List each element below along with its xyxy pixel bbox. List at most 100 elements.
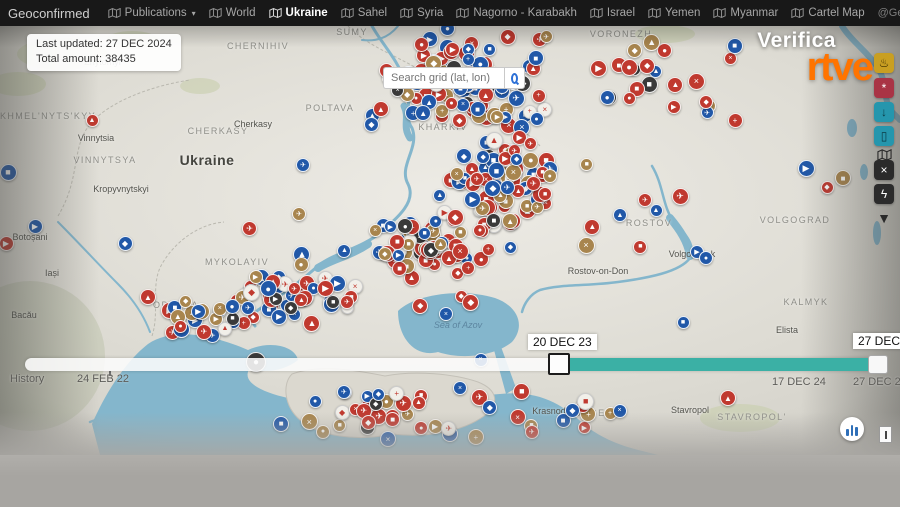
map-marker[interactable]: ▲	[643, 34, 660, 51]
map-marker[interactable]: ▲	[140, 289, 156, 305]
map-marker[interactable]: ×	[578, 237, 595, 254]
history-label[interactable]: History	[10, 373, 44, 385]
timeline-left-handle[interactable]	[548, 353, 570, 375]
map-marker[interactable]: ◆	[565, 403, 580, 418]
map-marker[interactable]: ●	[699, 251, 713, 265]
map-marker[interactable]: ■	[385, 412, 400, 427]
map-marker[interactable]: ▲	[86, 114, 99, 127]
map-marker[interactable]: ×	[452, 243, 469, 260]
nav-item-nagorno-karabakh[interactable]: Nagorno - Karabakh	[456, 7, 577, 19]
map-marker[interactable]: +	[728, 113, 743, 128]
map-marker[interactable]: ▶	[28, 219, 43, 234]
map-marker[interactable]: ▶	[191, 304, 206, 319]
map-marker[interactable]: ×	[456, 98, 470, 112]
map-marker[interactable]: ◆	[284, 301, 298, 315]
map-marker[interactable]: ■	[727, 38, 743, 54]
nav-item-myanmar[interactable]: Myanmar	[713, 7, 778, 19]
map-marker[interactable]: +	[482, 243, 495, 256]
map-marker[interactable]: ■	[513, 383, 530, 400]
map-marker[interactable]: ■	[577, 393, 594, 410]
map-marker[interactable]: ▲	[373, 101, 389, 117]
map-marker[interactable]: ●	[530, 112, 544, 126]
map-marker[interactable]: ▶	[392, 249, 405, 262]
map-marker[interactable]: ▲	[584, 219, 600, 235]
map-marker[interactable]: ■	[273, 416, 289, 432]
map-marker[interactable]: ◆	[372, 388, 385, 401]
map-marker[interactable]: +	[389, 386, 404, 401]
twitter-handle[interactable]: @GeoConfirmed	[878, 7, 900, 19]
map-marker[interactable]: ×	[380, 431, 396, 447]
timeline-right-handle[interactable]	[868, 355, 888, 374]
map-marker[interactable]: ▶	[445, 42, 460, 57]
map-marker[interactable]: ◆	[378, 247, 392, 261]
nav-item-ukraine[interactable]: Ukraine	[269, 7, 328, 19]
map-canvas[interactable]: CHERNIHIVSUMYVORONEZHPOLTAVACHERKASYKHAR…	[0, 26, 900, 455]
map-marker[interactable]: ✈	[672, 188, 689, 205]
map-marker[interactable]: ▶	[590, 60, 607, 77]
map-marker[interactable]: ✈	[296, 158, 310, 172]
map-marker[interactable]: ▶	[0, 236, 14, 251]
history-slider-handle[interactable]	[879, 426, 892, 443]
map-marker[interactable]: ✈	[500, 180, 515, 195]
map-marker[interactable]: ■	[0, 164, 17, 181]
map-marker[interactable]: ◆	[510, 153, 523, 166]
nav-item-publications[interactable]: Publications ▾	[108, 7, 196, 19]
map-marker[interactable]: ◆	[447, 209, 464, 226]
coffee-button[interactable]: ♨	[874, 53, 894, 73]
map-marker[interactable]: ✈	[292, 207, 306, 221]
map-marker[interactable]: ▶	[798, 160, 815, 177]
map-marker[interactable]: ●	[414, 37, 429, 52]
map-marker[interactable]: ✈	[508, 90, 525, 107]
map-marker[interactable]: ✈	[470, 172, 484, 186]
map-marker[interactable]: ■	[483, 43, 496, 56]
search-button[interactable]	[504, 67, 525, 89]
map-marker[interactable]: ▲	[486, 132, 503, 149]
nav-item-sahel[interactable]: Sahel	[341, 7, 387, 19]
map-marker[interactable]: ▲	[720, 390, 736, 406]
close-tools-button[interactable]: ×	[874, 160, 894, 180]
map-marker[interactable]: ✈	[638, 193, 652, 207]
bug-report-button[interactable]: *	[874, 78, 894, 98]
map-marker[interactable]: ▶	[490, 110, 504, 124]
map-marker[interactable]: ●	[225, 299, 240, 314]
search-input[interactable]	[383, 67, 504, 89]
filter-button[interactable]: ▼	[874, 208, 894, 228]
map-marker[interactable]: +	[462, 53, 475, 66]
map-marker[interactable]: ●	[294, 257, 309, 272]
map-marker[interactable]: ●	[309, 395, 322, 408]
map-marker[interactable]: ◆	[452, 113, 467, 128]
brand-logo[interactable]: Geoconfirmed	[8, 6, 90, 21]
map-marker[interactable]: ●	[623, 92, 636, 105]
map-marker[interactable]: ▶	[384, 220, 397, 233]
map-marker[interactable]: +	[532, 89, 546, 103]
nav-item-israel[interactable]: Israel	[590, 7, 635, 19]
map-marker[interactable]: ◆	[412, 298, 428, 314]
map-marker[interactable]: ●	[316, 425, 330, 439]
map-marker[interactable]: ×	[510, 409, 526, 425]
map-marker[interactable]: ●	[174, 320, 187, 333]
map-marker[interactable]: ×	[301, 413, 318, 430]
map-marker[interactable]: ✈	[196, 324, 212, 340]
nav-item-yemen[interactable]: Yemen	[648, 7, 700, 19]
map-marker[interactable]: ◆	[361, 415, 376, 430]
map-marker[interactable]: ■	[835, 170, 851, 186]
map-marker[interactable]: ✈	[526, 176, 541, 191]
map-marker[interactable]: ×	[505, 164, 522, 181]
map-marker[interactable]: ×	[450, 167, 464, 181]
map-marker[interactable]: +	[468, 429, 484, 445]
map-marker[interactable]: ◆	[821, 181, 834, 194]
map-marker[interactable]: ▲	[412, 396, 426, 410]
nav-item-syria[interactable]: Syria	[400, 7, 443, 19]
map-marker[interactable]: ●	[260, 280, 277, 297]
map-marker[interactable]: ✈	[524, 137, 537, 150]
map-marker[interactable]: ◆	[500, 29, 516, 45]
map-marker[interactable]: ×	[369, 224, 382, 237]
map-marker[interactable]: ▶	[249, 270, 263, 284]
map-marker[interactable]: ■	[677, 316, 690, 329]
map-marker[interactable]: ●	[543, 169, 557, 183]
map-marker[interactable]: ◆	[335, 405, 350, 420]
map-marker[interactable]: ●	[600, 90, 615, 105]
map-marker[interactable]: ◆	[639, 58, 655, 74]
map-marker[interactable]: ▶	[667, 100, 681, 114]
flash-button[interactable]: ϟ	[874, 184, 894, 204]
